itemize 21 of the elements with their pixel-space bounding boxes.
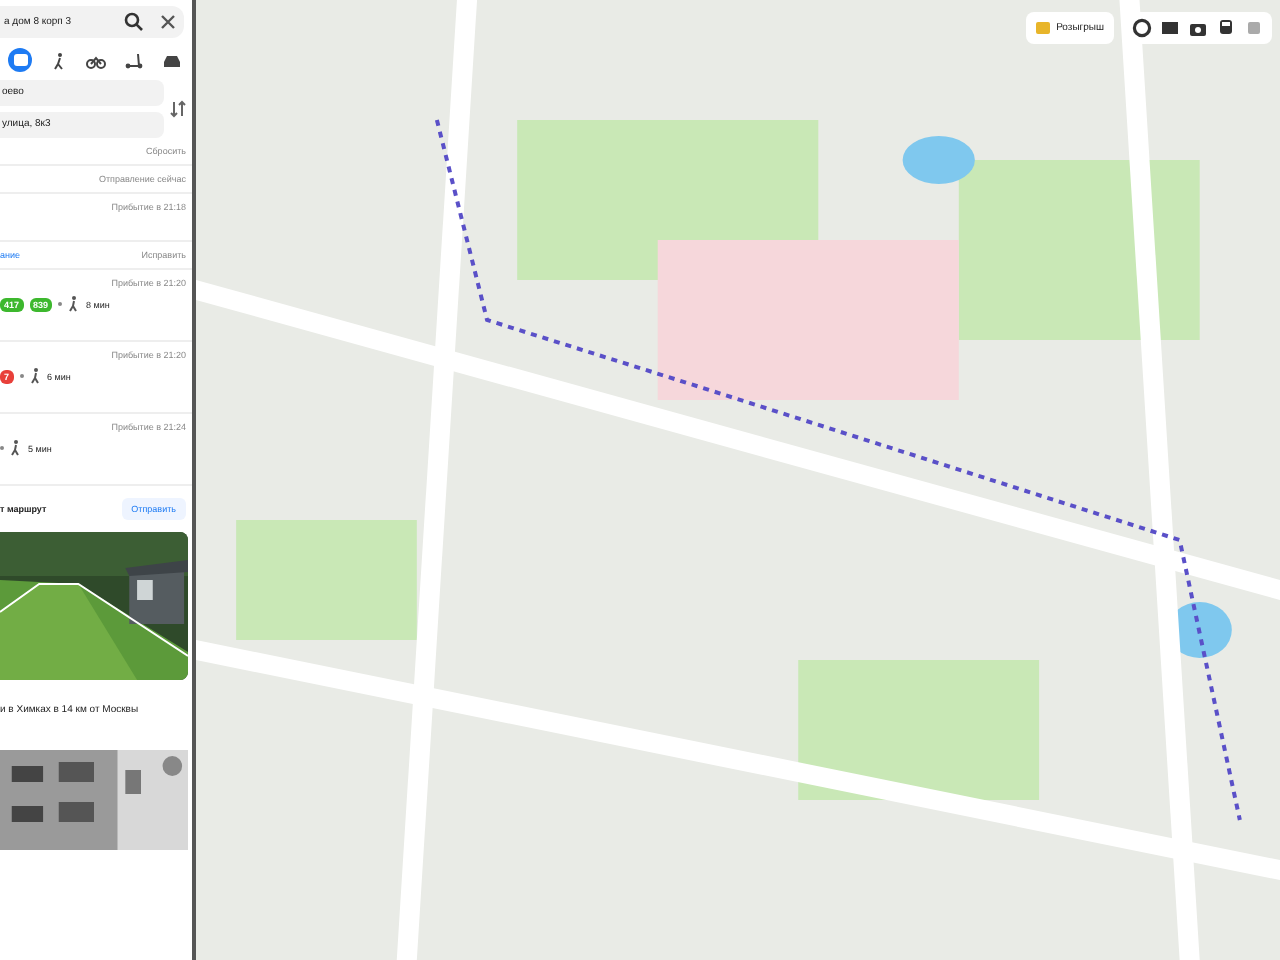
scooter-mode-tab[interactable] <box>122 48 146 72</box>
bus-icon[interactable] <box>1216 18 1236 38</box>
car-icon <box>162 51 182 69</box>
scooter-icon <box>124 51 144 69</box>
walk-icon <box>29 368 42 384</box>
separator-dot <box>0 446 4 450</box>
swap-icon[interactable] <box>170 100 186 118</box>
map-icon[interactable] <box>1160 18 1180 38</box>
walk-icon <box>68 296 81 312</box>
separator-dot <box>58 302 63 306</box>
bus-icon <box>11 51 29 69</box>
search-icon[interactable] <box>124 12 144 32</box>
bike-icon <box>86 51 106 69</box>
camera-icon[interactable] <box>1188 18 1208 38</box>
transit-mode-tab[interactable] <box>8 48 32 72</box>
close-icon[interactable] <box>160 14 176 30</box>
separator-dot <box>19 374 24 378</box>
traffic-icon[interactable] <box>1132 18 1152 38</box>
walk-icon <box>10 440 22 456</box>
walk-icon <box>49 51 67 69</box>
ticket-icon <box>1036 22 1051 34</box>
